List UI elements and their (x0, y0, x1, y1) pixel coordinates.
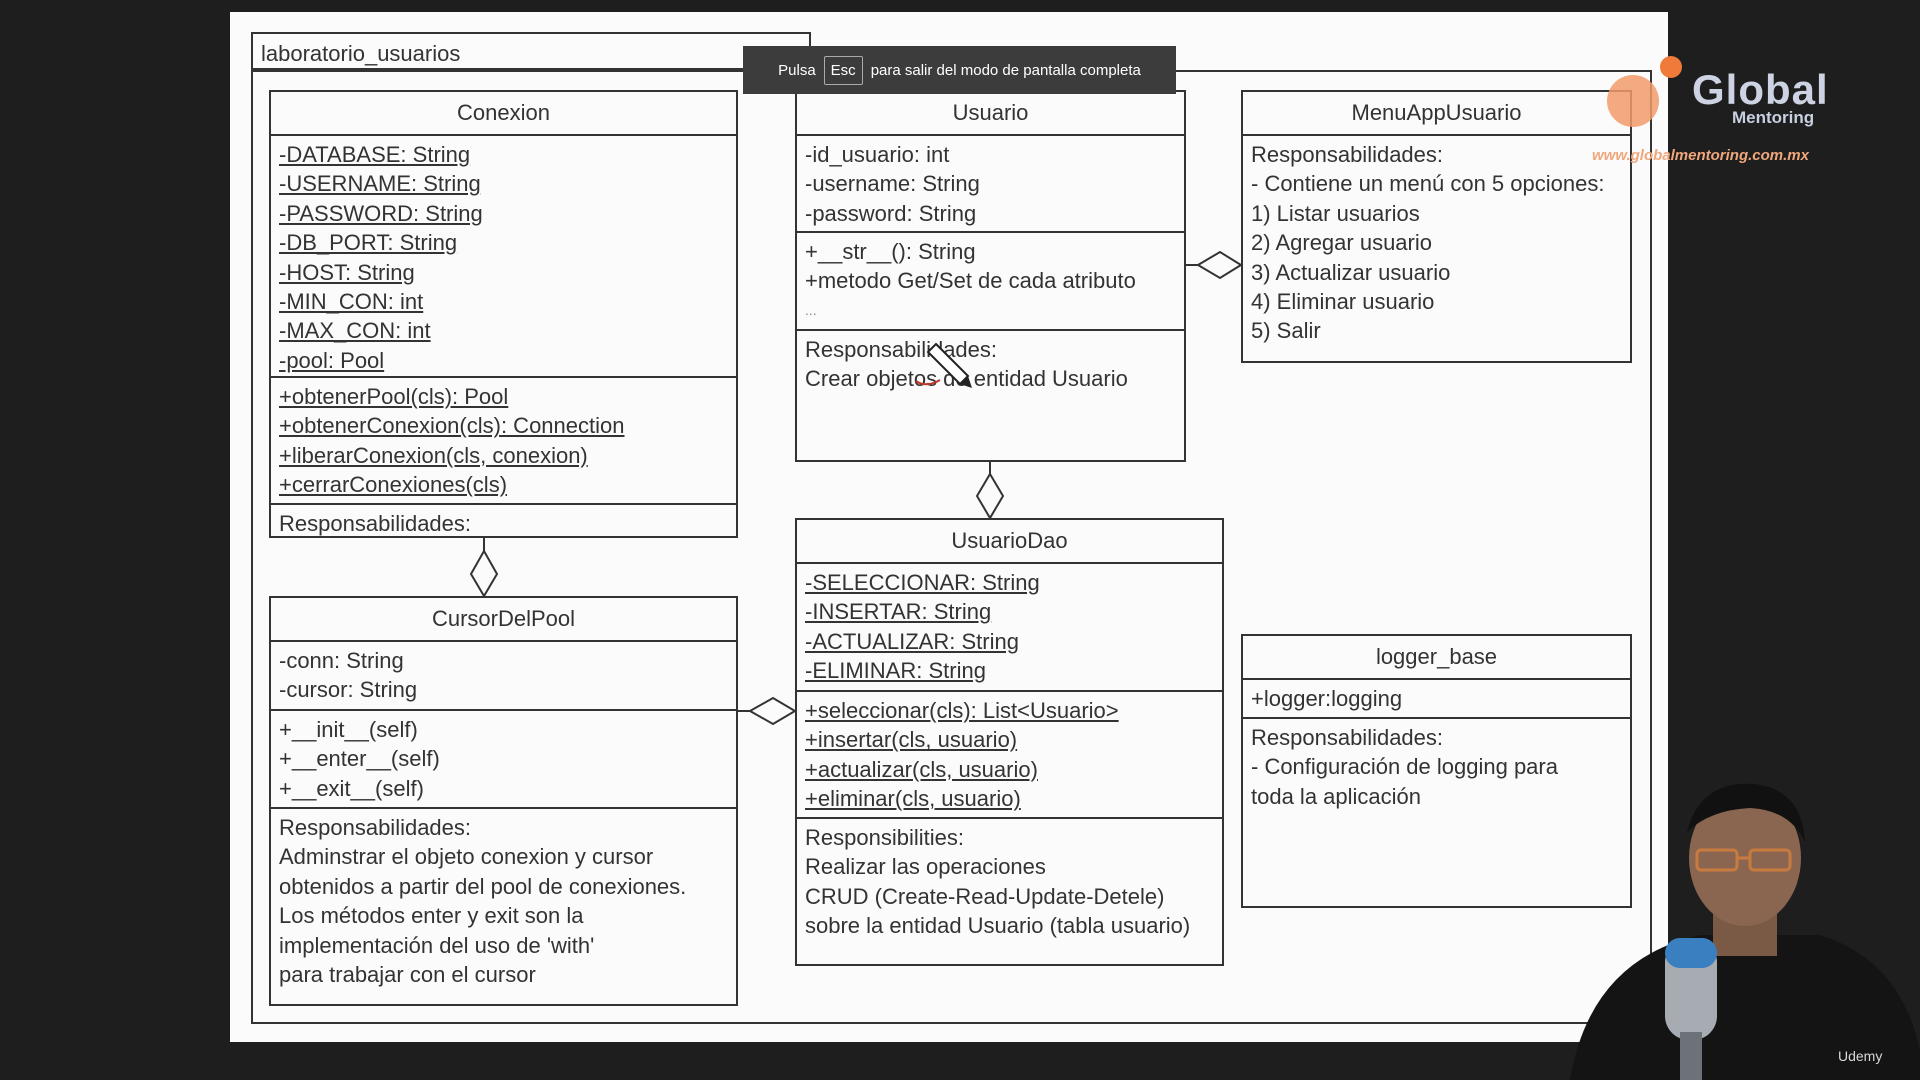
aggregation-diamond (747, 696, 797, 726)
logo-subtitle: Mentoring (1732, 108, 1815, 127)
presenter-webcam-image (1570, 783, 1920, 1080)
udemy-watermark: Udemy (1838, 1048, 1883, 1064)
aggregation-diamond (1196, 250, 1243, 280)
logo-url: www.globalmentoring.com.mx (1592, 147, 1809, 164)
logo-brand: Global (1692, 66, 1829, 113)
banner-text-after: para salir del modo de pantalla completa (870, 61, 1141, 79)
fullscreen-exit-banner: Pulsa Esc para salir del modo de pantall… (743, 46, 1176, 94)
logo-dot-icon (1660, 56, 1682, 78)
aggregation-diamond (975, 472, 1005, 520)
banner-text-before: Pulsa (778, 61, 816, 79)
esc-key-badge: Esc (823, 55, 863, 85)
pen-cursor-icon (915, 342, 972, 388)
aggregation-diamond (469, 548, 499, 598)
global-mentoring-logo-icon (1607, 75, 1659, 127)
